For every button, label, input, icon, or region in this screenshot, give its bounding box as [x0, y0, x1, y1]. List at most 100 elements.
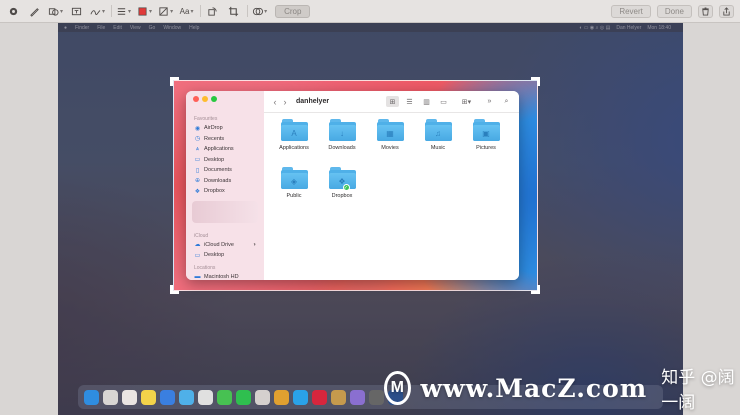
calendar-dock-icon: [122, 389, 137, 405]
shapes-icon[interactable]: ▾: [48, 4, 63, 19]
appstore-dock-icon: [179, 389, 194, 405]
desktop-icon: ▭: [194, 252, 201, 259]
item-label: Downloads: [328, 145, 356, 151]
folder-dropbox[interactable]: ❖ ✓ Dropbox: [320, 167, 364, 199]
sidebar-item-recents[interactable]: ◷ Recents: [186, 134, 264, 145]
shape-style-icon[interactable]: ▾: [116, 4, 131, 19]
annotate-icon[interactable]: ▾: [252, 4, 267, 19]
sidebar-item-label: Documents: [204, 167, 232, 174]
safari-dock-icon: [160, 389, 175, 405]
folder-music[interactable]: ♫ Music: [416, 119, 460, 151]
sidebar-section-favourites: Favourites: [194, 116, 218, 122]
trash-icon: [702, 6, 709, 16]
window-title: danhelyer: [296, 98, 330, 105]
sign-icon[interactable]: ▾: [90, 4, 105, 19]
item-label: Music: [430, 145, 446, 151]
gallery-view-button[interactable]: ▭: [437, 96, 450, 107]
item-label: Public: [286, 193, 302, 199]
sidebar-item-label: Downloads: [204, 177, 232, 184]
whatsapp-dock-icon: [236, 389, 251, 405]
sidebar-item-label: iCloud Drive: [204, 241, 234, 248]
sidebar-item-dropbox[interactable]: ❖ Dropbox: [186, 186, 264, 197]
draw-icon[interactable]: [27, 4, 42, 19]
crop-button[interactable]: Crop: [275, 4, 311, 18]
text-style-label: Aa: [179, 6, 190, 16]
back-button[interactable]: ‹: [270, 97, 280, 107]
sidebar-item-desktop[interactable]: ▭ Desktop: [186, 155, 264, 166]
applications-icon: ⩓: [195, 145, 200, 152]
skype-dock-icon: [293, 389, 308, 405]
folder-movies[interactable]: ▦ Movies: [368, 119, 412, 151]
minimize-window-button[interactable]: [202, 96, 208, 102]
crop-icon[interactable]: [226, 4, 241, 19]
sidebar-item-icloud-desktop[interactable]: ▭ Desktop: [186, 250, 264, 261]
sidebar-item-downloads[interactable]: ⊕ Downloads: [186, 176, 264, 187]
sidebar-item-icloud-drive[interactable]: ☁ iCloud Drive ◑: [186, 240, 264, 251]
close-window-button[interactable]: [193, 96, 199, 102]
sidebar-item-label: Desktop: [204, 156, 225, 163]
downloads-folder-icon: ↓: [328, 119, 356, 141]
share-icon: [723, 6, 730, 16]
sidebar-item-airdrop[interactable]: ◉ AirDrop: [186, 123, 264, 134]
column-view-button[interactable]: ▥: [420, 96, 433, 107]
sidebar-item-label: Desktop: [204, 252, 225, 259]
sidebar-item-applications[interactable]: ⩓ Applications: [186, 144, 264, 155]
folder-downloads[interactable]: ↓ Downloads: [320, 119, 364, 151]
list-view-button[interactable]: ☰: [403, 96, 416, 107]
icon-view-button[interactable]: ⊞: [386, 96, 399, 107]
folder-pictures[interactable]: ▣ Pictures: [464, 119, 508, 151]
sidebar-section-locations: Locations: [194, 264, 216, 271]
delete-button[interactable]: [698, 4, 713, 18]
sidebar-item-label: Macintosh HD: [204, 273, 239, 280]
more-toolbar-button[interactable]: »: [483, 96, 496, 107]
crop-handle-top-left[interactable]: [170, 77, 179, 86]
group-by-button[interactable]: ⊞▾: [460, 96, 473, 107]
chrome-dock-icon: [198, 389, 213, 405]
border-color-icon[interactable]: ▾: [137, 4, 152, 19]
forward-button[interactable]: ›: [280, 97, 290, 107]
revert-button[interactable]: Revert: [611, 4, 651, 18]
chevron-down-icon: ▾: [190, 8, 194, 15]
settings-dock-icon: [369, 389, 384, 405]
sidebar-item-macintosh-hd[interactable]: ▬ Macintosh HD: [186, 272, 264, 281]
sync-progress-icon: ◑: [252, 241, 256, 248]
cloud-icon: ☁: [194, 242, 201, 249]
finder-window: Favourites ◉ AirDrop ◷ Recents ⩓ Applicatio…: [186, 91, 519, 280]
fill-color-icon[interactable]: ▾: [158, 4, 173, 19]
finder-toolbar: ‹ › danhelyer ⊞ ☰ ▥ ▭ ⊞▾ » ⌕: [264, 91, 519, 113]
item-label: Dropbox: [331, 193, 353, 199]
synced-check-icon: ✓: [342, 184, 350, 191]
sketch-icon[interactable]: [6, 4, 21, 19]
document-icon: ▯: [195, 167, 200, 174]
music-dock-icon: [312, 389, 327, 405]
watermark-text: www.MacZ.com: [420, 373, 648, 403]
clock-icon: ◷: [194, 136, 201, 143]
crop-handle-bottom-left[interactable]: [170, 285, 179, 294]
folder-applications[interactable]: A Applications: [272, 119, 316, 151]
toolbar-right: Revert Done: [605, 4, 734, 18]
podcasts-dock-icon: [350, 389, 365, 405]
watermark-handle: 知乎 @阔一阔: [661, 368, 735, 413]
disk-icon: ▬: [194, 273, 201, 280]
text-style-icon[interactable]: Aa ▾: [179, 4, 194, 19]
folder-public[interactable]: ◈ Public: [272, 167, 316, 199]
sidebar-item-label: AirDrop: [204, 125, 223, 132]
crop-handle-top-right[interactable]: [531, 77, 540, 86]
watermark: M www.MacZ.com 知乎 @阔一阔: [384, 368, 740, 413]
zoom-window-button[interactable]: [211, 96, 217, 102]
search-icon[interactable]: ⌕: [500, 96, 513, 107]
done-button[interactable]: Done: [656, 4, 692, 18]
crop-handle-bottom-right[interactable]: [531, 285, 540, 294]
chevron-down-icon: ▾: [128, 8, 132, 15]
movies-folder-icon: ▦: [376, 119, 404, 141]
desktop-icon: ▭: [194, 157, 201, 164]
text-box-icon[interactable]: [69, 4, 84, 19]
item-label: Applications: [279, 145, 309, 151]
sidebar-item-documents[interactable]: ▯ Documents: [186, 165, 264, 176]
item-label: Movies: [381, 145, 399, 151]
rotate-icon[interactable]: [205, 4, 220, 19]
watermark-logo: M: [384, 371, 411, 405]
share-button[interactable]: [719, 4, 734, 18]
toolbar-divider: [111, 5, 113, 17]
